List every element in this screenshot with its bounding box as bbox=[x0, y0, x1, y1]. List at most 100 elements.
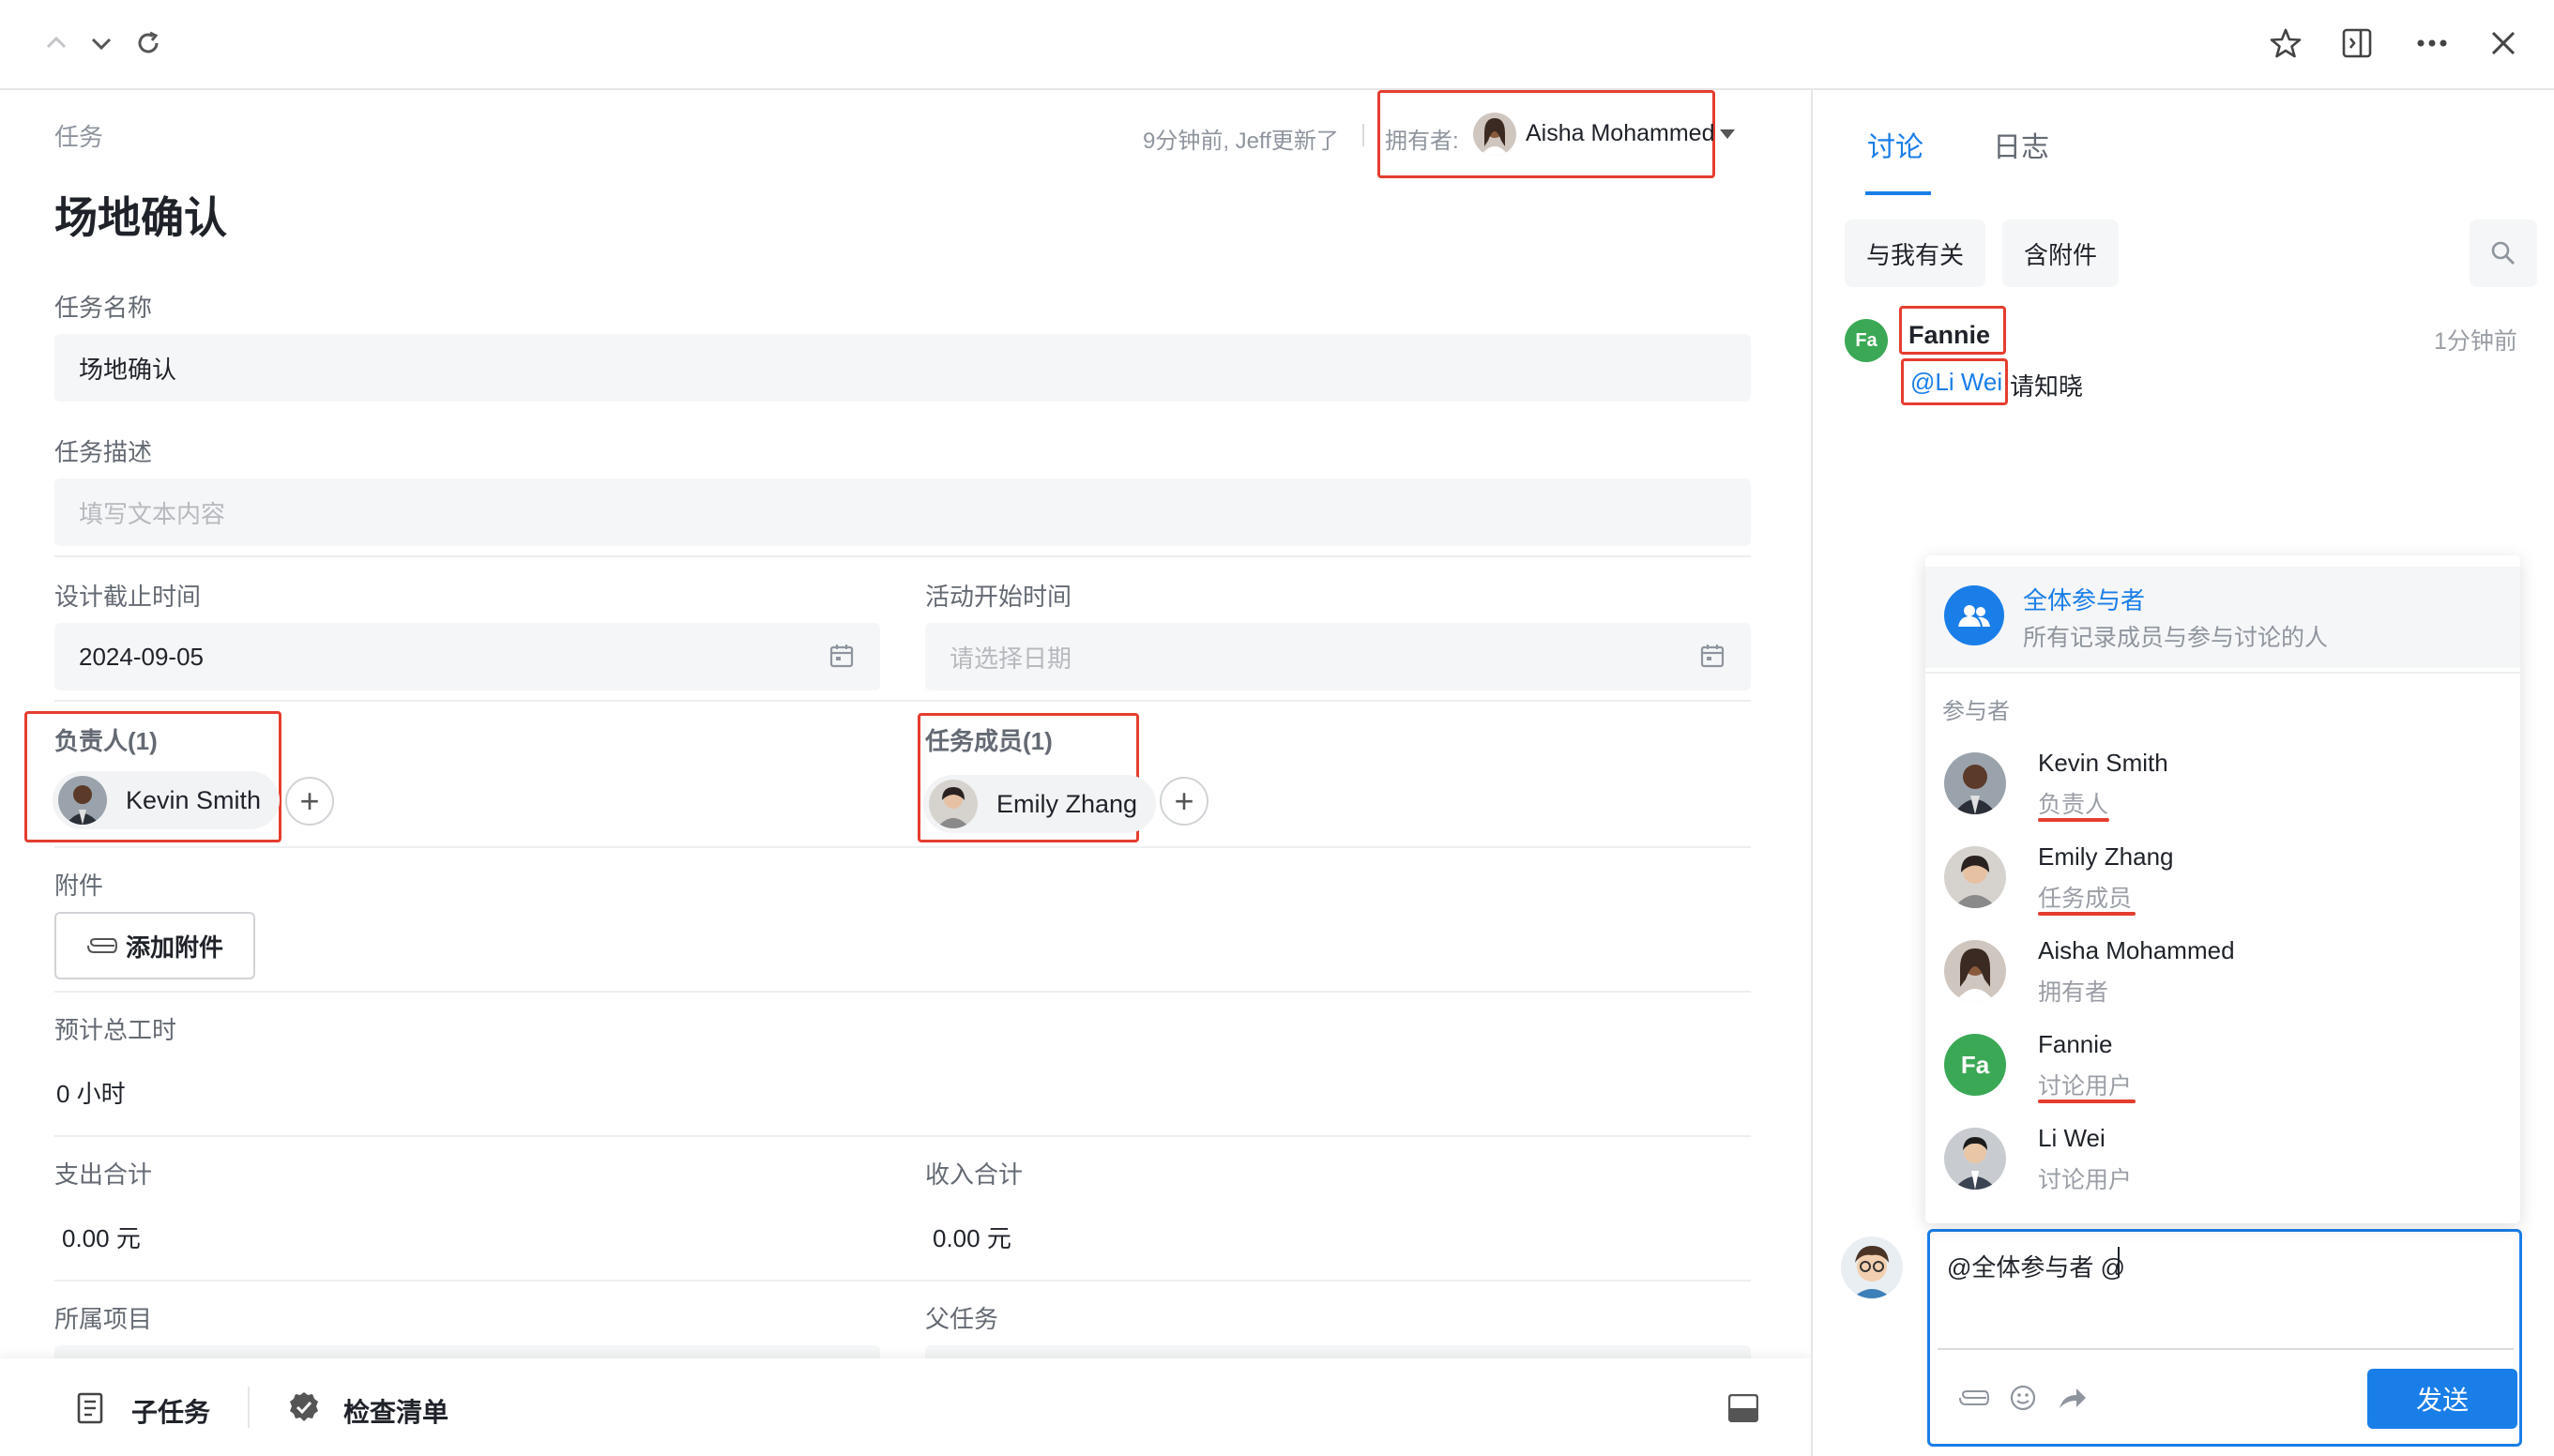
parent-task-label: 父任务 bbox=[925, 1305, 999, 1333]
hours-label: 预计总工时 bbox=[54, 1016, 177, 1044]
task-desc-placeholder: 填写文本内容 bbox=[79, 499, 226, 528]
participants-section-label: 参与者 bbox=[1942, 699, 2010, 724]
updated-info: 9分钟前, Jeff更新了 bbox=[1143, 129, 1339, 154]
mention-option[interactable]: Aisha Mohammed 拥有者 bbox=[1944, 931, 2507, 1017]
role-underline bbox=[2038, 912, 2136, 916]
close-icon[interactable] bbox=[2483, 23, 2524, 64]
chevron-down-icon[interactable] bbox=[83, 24, 120, 62]
income-value: 0.00 元 bbox=[933, 1224, 1011, 1252]
search-icon bbox=[2491, 241, 2515, 265]
member-name: Emily Zhang bbox=[996, 789, 1138, 818]
filter-attachments[interactable]: 含附件 bbox=[2002, 220, 2119, 287]
bottom-tabs: 子任务 检查清单 bbox=[0, 1358, 1811, 1456]
divider bbox=[1362, 124, 1364, 146]
mention-option[interactable]: Fa Fannie 讨论用户 bbox=[1944, 1024, 2507, 1111]
owner-avatar[interactable] bbox=[1473, 113, 1516, 156]
option-name: Li Wei bbox=[2038, 1124, 2106, 1152]
option-role: 负责人 bbox=[2038, 792, 2109, 818]
mention-all-option[interactable]: 全体参与者 所有记录成员与参与讨论的人 bbox=[1925, 567, 2520, 668]
more-icon[interactable] bbox=[2411, 23, 2453, 64]
option-name: Fannie bbox=[2038, 1030, 2113, 1058]
tab-discussion[interactable]: 讨论 bbox=[1867, 124, 1923, 165]
divider bbox=[54, 555, 1751, 557]
calendar-icon[interactable] bbox=[1700, 644, 1725, 673]
breadcrumb: 任务 bbox=[54, 123, 104, 151]
tab-log[interactable]: 日志 bbox=[1993, 124, 2049, 165]
divider bbox=[54, 1280, 1751, 1282]
assignee-chip[interactable]: Kevin Smith bbox=[53, 771, 281, 829]
member-chip[interactable]: Emily Zhang bbox=[923, 775, 1157, 833]
star-icon[interactable] bbox=[2265, 23, 2306, 64]
add-assignee-button[interactable]: + bbox=[285, 777, 334, 826]
comment-author-avatar[interactable]: Fa bbox=[1845, 319, 1888, 362]
income-label: 收入合计 bbox=[925, 1160, 1024, 1189]
option-name: Aisha Mohammed bbox=[2038, 936, 2235, 964]
comment-input[interactable]: @全体参与者 @ 发送 bbox=[1927, 1229, 2522, 1447]
task-name-input[interactable]: 场地确认 bbox=[54, 334, 1751, 402]
text-cursor bbox=[2118, 1247, 2120, 1277]
avatar bbox=[929, 780, 978, 828]
active-tab-indicator bbox=[1865, 191, 1931, 195]
activity-start-label: 活动开始时间 bbox=[925, 583, 1072, 611]
page-title: 场地确认 bbox=[54, 193, 227, 242]
divider bbox=[1925, 672, 2520, 674]
avatar: Fa bbox=[1944, 1034, 2006, 1096]
caret-down-icon[interactable] bbox=[1719, 128, 1736, 144]
divider bbox=[248, 1387, 250, 1428]
assignee-name: Kevin Smith bbox=[126, 785, 262, 814]
add-member-button[interactable]: + bbox=[1160, 777, 1209, 826]
role-underline bbox=[2038, 818, 2109, 822]
members-label: 任务成员(1) bbox=[925, 727, 1053, 755]
refresh-icon[interactable] bbox=[129, 24, 167, 62]
divider bbox=[54, 700, 1751, 702]
activity-start-picker[interactable]: 请选择日期 bbox=[925, 623, 1751, 690]
attachment-label: 附件 bbox=[54, 872, 104, 900]
calendar-icon[interactable] bbox=[829, 644, 854, 673]
comment-text: 请知晓 bbox=[2010, 372, 2084, 401]
chevron-up-icon[interactable] bbox=[38, 24, 75, 62]
task-name-value: 场地确认 bbox=[79, 355, 177, 384]
comment-mention[interactable]: @Li Wei bbox=[1910, 368, 2002, 397]
add-attachment-button[interactable]: 添加附件 bbox=[54, 912, 255, 979]
share-icon[interactable] bbox=[2058, 1386, 2088, 1415]
attach-icon[interactable] bbox=[1958, 1389, 1990, 1411]
option-role: 讨论用户 bbox=[2038, 1167, 2133, 1193]
mention-all-desc: 所有记录成员与参与讨论的人 bbox=[2023, 625, 2329, 651]
tab-subtask[interactable]: 子任务 bbox=[131, 1392, 210, 1430]
comment-time: 1分钟前 bbox=[2434, 328, 2517, 355]
design-deadline-value: 2024-09-05 bbox=[79, 642, 204, 671]
avatar bbox=[58, 776, 107, 825]
task-desc-input[interactable]: 填写文本内容 bbox=[54, 478, 1751, 546]
mention-option[interactable]: Li Wei 讨论用户 bbox=[1944, 1118, 2507, 1205]
checklist-icon bbox=[287, 1390, 321, 1429]
filter-related[interactable]: 与我有关 bbox=[1845, 220, 1985, 287]
avatar bbox=[1944, 940, 2006, 1002]
mention-option[interactable]: Emily Zhang 任务成员 bbox=[1944, 837, 2507, 923]
task-detail-form: 任务 9分钟前, Jeff更新了 拥有者: Aisha Mohammed 场地确… bbox=[0, 90, 1811, 1364]
emoji-icon[interactable] bbox=[2009, 1384, 2037, 1417]
comment-author: Fannie bbox=[1908, 321, 1991, 349]
design-deadline-label: 设计截止时间 bbox=[54, 583, 202, 611]
panel-toggle-icon[interactable] bbox=[1727, 1393, 1759, 1427]
avatar bbox=[1944, 1128, 2006, 1190]
divider bbox=[54, 991, 1751, 993]
option-name: Emily Zhang bbox=[2038, 842, 2174, 871]
mention-dropdown: 全体参与者 所有记录成员与参与讨论的人 参与者 Kevin Smith 负责人 … bbox=[1925, 555, 2520, 1223]
subtask-icon bbox=[75, 1392, 105, 1429]
search-button[interactable] bbox=[2470, 220, 2537, 287]
expense-label: 支出合计 bbox=[54, 1160, 153, 1189]
comment-input-value: @全体参与者 @ bbox=[1947, 1253, 2126, 1282]
option-name: Kevin Smith bbox=[2038, 749, 2168, 777]
owner-label: 拥有者: bbox=[1385, 129, 1459, 154]
owner-name[interactable]: Aisha Mohammed bbox=[1526, 120, 1714, 147]
paperclip-icon bbox=[86, 938, 117, 953]
divider bbox=[54, 846, 1751, 848]
avatar bbox=[1944, 846, 2006, 908]
mention-option[interactable]: Kevin Smith 负责人 bbox=[1944, 743, 2507, 829]
design-deadline-picker[interactable]: 2024-09-05 bbox=[54, 623, 880, 690]
tab-checklist[interactable]: 检查清单 bbox=[343, 1392, 448, 1430]
side-panel-icon[interactable] bbox=[2336, 23, 2378, 64]
group-icon bbox=[1944, 585, 2004, 645]
send-button[interactable]: 发送 bbox=[2367, 1369, 2517, 1429]
divider bbox=[1938, 1348, 2514, 1350]
